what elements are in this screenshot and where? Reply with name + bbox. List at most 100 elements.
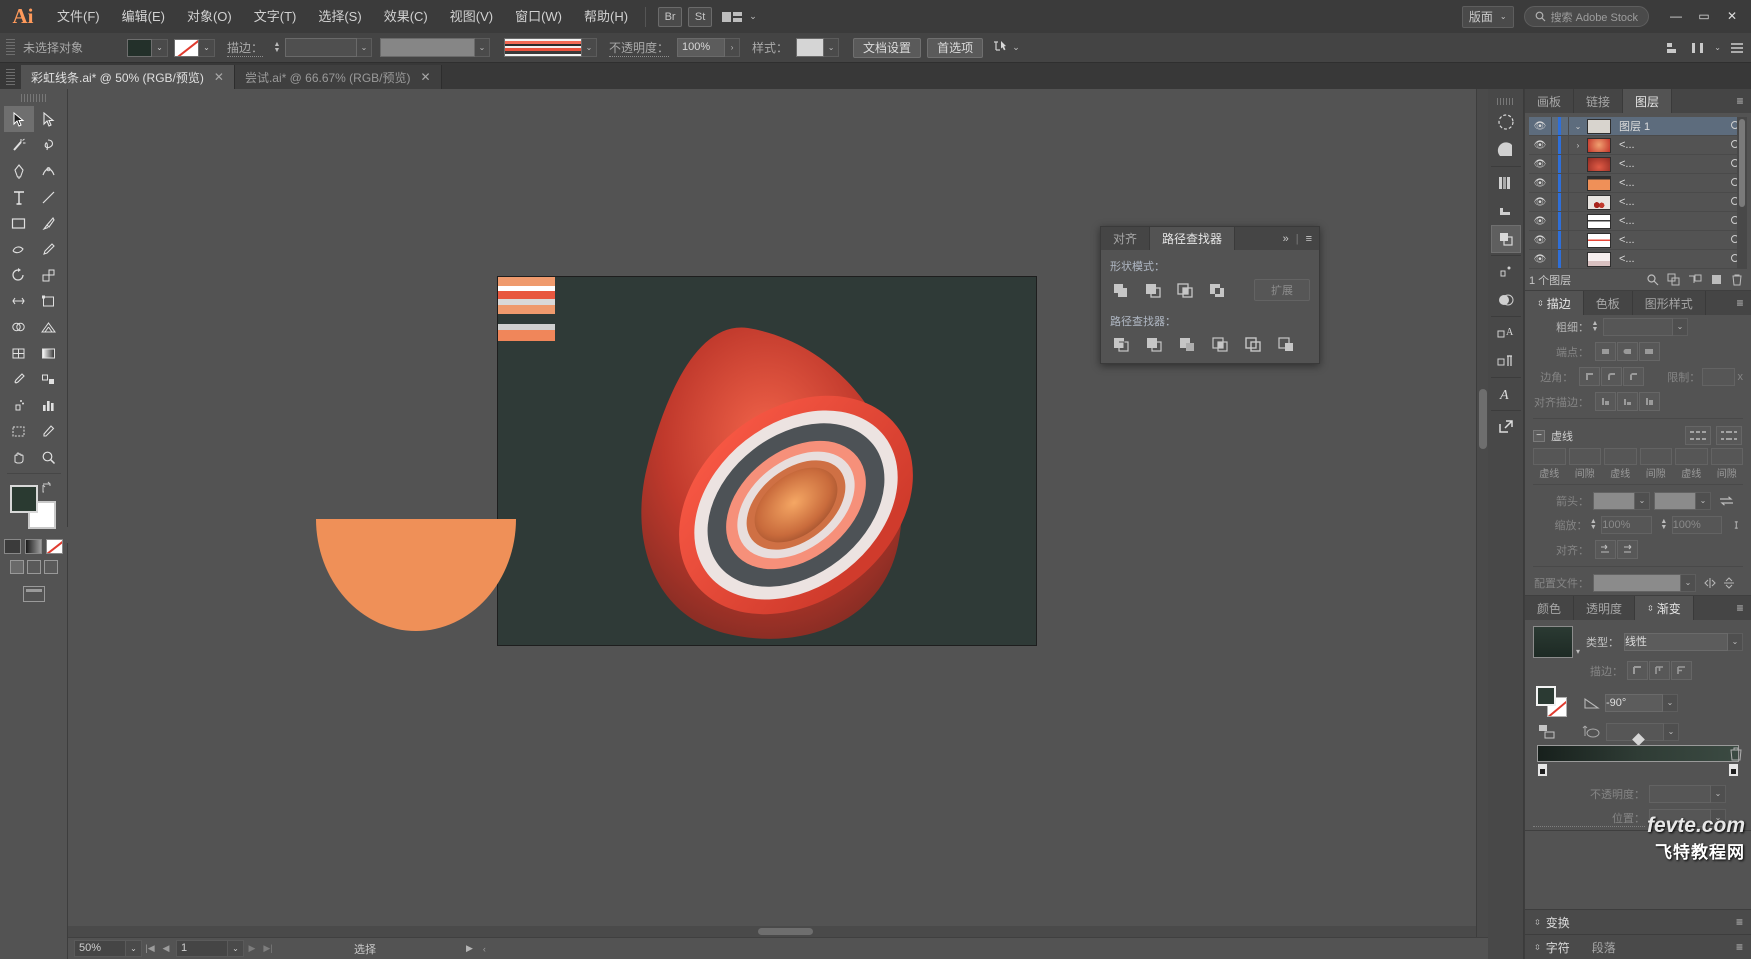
bridge-button[interactable]: Br	[658, 6, 683, 27]
draw-behind-button[interactable]	[26, 560, 41, 574]
zoom-tool[interactable]	[34, 444, 64, 470]
fill-swatch-group[interactable]: ⌄	[127, 38, 168, 57]
weight-chevron-icon[interactable]: ⌄	[1673, 318, 1688, 336]
layer-name[interactable]: <...	[1611, 253, 1723, 265]
transform-panel-header[interactable]: ⇳ 变换 ≡	[1525, 909, 1751, 934]
variable-width-profile-swatch[interactable]	[504, 38, 583, 57]
eyedropper-tool[interactable]	[4, 366, 34, 392]
layer-row-layer1[interactable]: 👁 ⌄ 图层 1	[1529, 117, 1747, 136]
select-similar-chevron-icon[interactable]: ⌄	[1009, 42, 1023, 53]
brushes-panel-icon[interactable]	[1491, 197, 1521, 225]
minus-front-icon[interactable]	[1142, 280, 1164, 300]
arrange-chevron-icon[interactable]: ⌄	[746, 11, 760, 22]
swap-arrowheads-icon[interactable]	[1719, 495, 1734, 507]
last-artboard-button[interactable]: ▶|	[260, 943, 276, 954]
expand-arrow-icon[interactable]: ›	[1569, 141, 1587, 150]
opacity-input[interactable]: 100%	[677, 38, 726, 57]
menu-window[interactable]: 窗口(W)	[504, 0, 573, 33]
minus-back-icon[interactable]	[1275, 334, 1297, 354]
graphic-styles-panel-icon[interactable]: A	[1491, 380, 1521, 408]
unite-icon[interactable]	[1110, 280, 1132, 300]
gradient-angle-chevron-icon[interactable]: ⌄	[1663, 694, 1678, 712]
dashed-line-checkbox[interactable]: −	[1533, 429, 1545, 442]
canvas-horizontal-scrollbar[interactable]	[68, 926, 1476, 937]
canvas-vertical-scrollbar[interactable]	[1476, 89, 1488, 937]
gap-input-3[interactable]	[1710, 448, 1743, 465]
mesh-tool[interactable]	[4, 340, 34, 366]
paintbrush-tool[interactable]	[34, 210, 64, 236]
document-tab-trial[interactable]: 尝试.ai* @ 66.67% (RGB/预览) ✕	[234, 65, 442, 89]
brush-definition-chevron-icon[interactable]: ⌄	[475, 38, 491, 57]
layers-scrollbar[interactable]	[1737, 117, 1747, 269]
shaper-tool[interactable]	[4, 236, 34, 262]
gradient-stop-end[interactable]	[1728, 763, 1739, 777]
stroke-weight-input-group[interactable]: ⌄	[285, 38, 373, 57]
menu-effect[interactable]: 效果(C)	[373, 0, 439, 33]
control-bar-grip[interactable]	[6, 38, 15, 57]
fill-stroke-indicator[interactable]	[8, 481, 72, 543]
style-chevron-icon[interactable]: ⌄	[824, 38, 840, 57]
make-sublayer-icon[interactable]	[1667, 273, 1680, 286]
divide-icon[interactable]	[1110, 334, 1132, 354]
visibility-icon[interactable]: 👁	[1529, 254, 1551, 265]
maximize-button[interactable]: ▭	[1691, 7, 1717, 27]
menu-object[interactable]: 对象(O)	[176, 0, 243, 33]
dash-preserve-exact-button[interactable]	[1685, 426, 1711, 445]
close-button[interactable]: ✕	[1719, 7, 1745, 27]
workspace-switcher[interactable]: 版面 ⌄	[1461, 5, 1514, 28]
tab-layers[interactable]: 图层	[1623, 89, 1673, 113]
miter-join-button[interactable]	[1579, 367, 1601, 386]
visibility-icon[interactable]: 👁	[1529, 235, 1551, 246]
trim-icon[interactable]	[1143, 334, 1165, 354]
fill-dropdown-icon[interactable]: ⌄	[152, 38, 168, 57]
stroke-weight-chevron-icon[interactable]: ⌄	[357, 38, 373, 57]
menu-help[interactable]: 帮助(H)	[573, 0, 639, 33]
layer-row-sublayer-6[interactable]: 👁 <...	[1529, 231, 1747, 250]
gradient-type-select-group[interactable]: 线性 ⌄	[1624, 633, 1743, 651]
lock-column[interactable]	[1551, 212, 1569, 230]
menu-select[interactable]: 选择(S)	[307, 0, 372, 33]
fill-swatch[interactable]	[127, 38, 152, 57]
curvature-tool[interactable]	[34, 158, 64, 184]
profile-select-group[interactable]: ⌄	[1593, 574, 1696, 592]
document-setup-button[interactable]: 文档设置	[853, 37, 922, 58]
locate-object-icon[interactable]	[1646, 273, 1659, 286]
tab-color[interactable]: 颜色	[1525, 596, 1575, 620]
tools-panel-grip[interactable]	[20, 94, 47, 102]
gradient-opacity-input[interactable]	[1649, 785, 1711, 803]
status-collapse-icon[interactable]: ‹	[483, 944, 486, 954]
tab-graphic-styles[interactable]: 图形样式	[1633, 291, 1706, 315]
lasso-tool[interactable]	[34, 132, 64, 158]
menu-edit[interactable]: 编辑(E)	[111, 0, 176, 33]
brush-definition-group[interactable]: ⌄	[380, 38, 491, 57]
character-panel-icon[interactable]: A	[1491, 319, 1521, 347]
character-panel-header[interactable]: ⇳ 字符 段落 ≡	[1525, 934, 1751, 959]
menu-file[interactable]: 文件(F)	[46, 0, 111, 33]
layer-row-sublayer-2[interactable]: 👁 <...	[1529, 155, 1747, 174]
color-guide-panel-icon[interactable]	[1491, 136, 1521, 164]
stroke-panel-menu-icon[interactable]: ≡	[1729, 291, 1751, 315]
artboard-number-control[interactable]: 1 ⌄	[174, 940, 244, 957]
make-clipping-mask-icon[interactable]	[1688, 273, 1702, 286]
close-icon[interactable]: ✕	[214, 70, 224, 84]
pathfinder-collapse-icon[interactable]: »	[1283, 233, 1289, 245]
scale-tool[interactable]	[34, 262, 64, 288]
expand-arrow-icon[interactable]: ⌄	[1569, 122, 1587, 131]
visibility-icon[interactable]: 👁	[1529, 121, 1551, 132]
status-expand-icon[interactable]: ▶	[466, 943, 473, 954]
artwork-cone[interactable]	[498, 277, 1036, 645]
style-swatch-group[interactable]: ⌄	[796, 38, 840, 57]
gradient-along-stroke-button[interactable]	[1649, 661, 1670, 680]
lock-column[interactable]	[1551, 117, 1569, 135]
lock-column[interactable]	[1551, 250, 1569, 268]
exclude-icon[interactable]	[1206, 280, 1228, 300]
align-objects-icon[interactable]	[1666, 41, 1682, 55]
delete-gradient-stop-icon[interactable]	[1729, 746, 1743, 761]
pathfinder-panel-menu-icon[interactable]: ≡	[1306, 233, 1312, 245]
flip-profile-vertical-icon[interactable]	[1722, 577, 1736, 589]
free-transform-tool[interactable]	[34, 288, 64, 314]
artboard-tool[interactable]	[4, 418, 34, 444]
drawing-canvas[interactable]	[68, 89, 1488, 937]
crop-icon[interactable]	[1209, 334, 1231, 354]
zoom-level-input[interactable]: 50%	[74, 940, 126, 957]
